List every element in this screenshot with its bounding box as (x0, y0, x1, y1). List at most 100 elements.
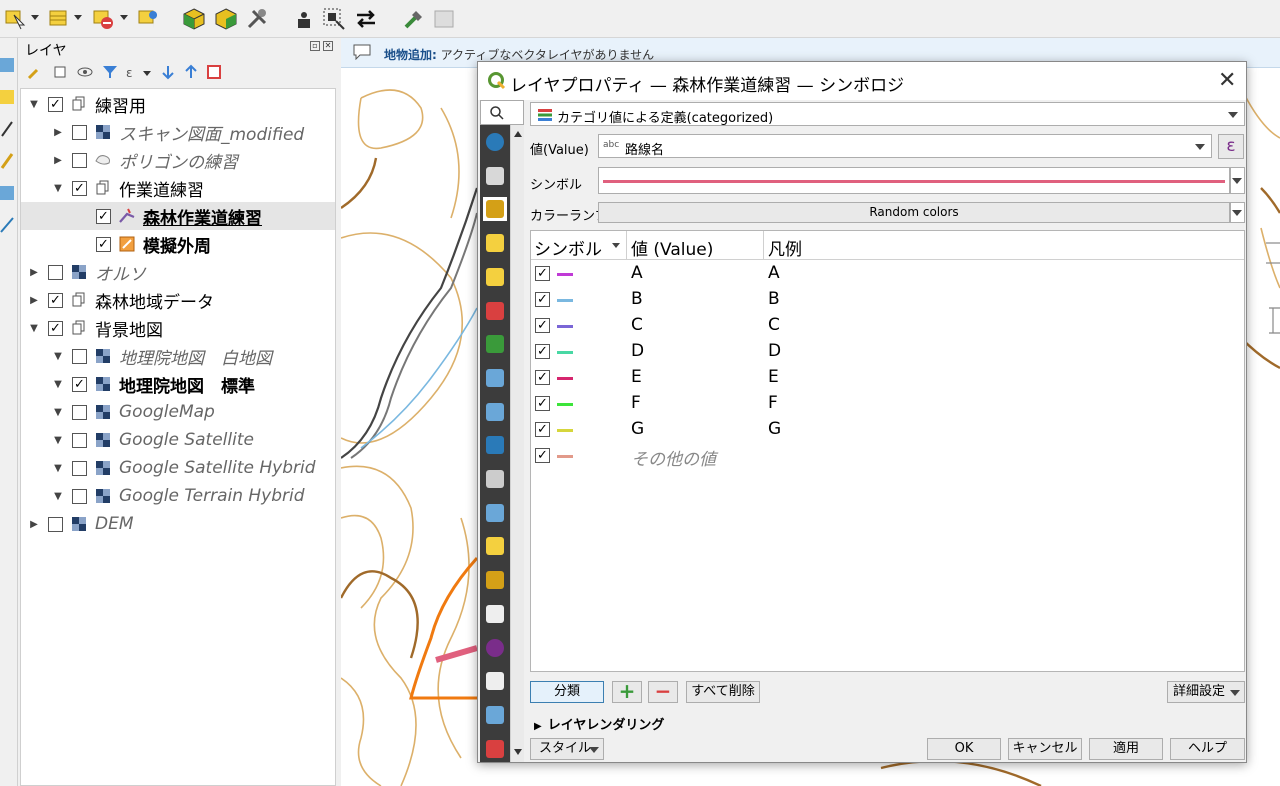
apply-button[interactable]: 適用 (1089, 738, 1163, 760)
dependencies-icon[interactable] (483, 703, 507, 727)
select-features-icon[interactable] (4, 7, 28, 31)
dropdown-arrow-icon[interactable] (31, 15, 39, 20)
category-checkbox[interactable]: ✓ (535, 422, 550, 437)
layer-row[interactable]: ✓ 森林作業道練習 (21, 202, 335, 230)
line-add-icon[interactable] (0, 118, 16, 140)
actions-icon[interactable] (483, 501, 507, 525)
column-header-value[interactable]: 値 (Value) (631, 235, 713, 260)
fields-icon[interactable] (483, 366, 507, 390)
dropdown-arrow-icon[interactable] (143, 71, 151, 76)
layer-visibility-checkbox[interactable]: ✓ (48, 96, 63, 112)
3d-box-alt-icon[interactable] (214, 7, 238, 31)
add-category-button[interactable]: + (612, 681, 642, 703)
color-ramp-dropdown[interactable] (1230, 202, 1245, 223)
category-row[interactable]: ✓ G G (531, 417, 1244, 443)
attributes-form-icon[interactable] (483, 400, 507, 424)
layer-style-icon[interactable] (27, 64, 43, 80)
category-checkbox[interactable]: ✓ (535, 292, 550, 307)
category-checkbox[interactable]: ✓ (535, 448, 550, 463)
display-icon[interactable] (483, 534, 507, 558)
side-search-box[interactable] (480, 100, 524, 125)
source-icon[interactable] (483, 164, 507, 188)
advanced-button[interactable]: 詳細設定 (1167, 681, 1245, 703)
remove-category-button[interactable]: − (648, 681, 678, 703)
layer-row[interactable]: ▼ ✓ 作業道練習 (21, 174, 335, 202)
edit-icon[interactable] (0, 54, 16, 76)
metadata-icon[interactable] (483, 669, 507, 693)
style-button[interactable]: スタイル (530, 738, 604, 760)
layer-visibility-checkbox[interactable] (72, 460, 87, 476)
diagrams-icon[interactable] (483, 332, 507, 356)
3d-view-icon[interactable] (483, 299, 507, 323)
delete-all-button[interactable]: すべて削除 (686, 681, 760, 703)
layer-row[interactable]: ▼ Google Satellite (21, 426, 335, 454)
category-symbol-swatch[interactable] (557, 403, 573, 406)
expand-arrow-icon[interactable]: ▶ (53, 127, 63, 138)
float-panel-icon[interactable]: ▫ (310, 41, 320, 51)
expand-arrow-icon[interactable]: ▶ (53, 155, 63, 166)
value-field-select[interactable]: abc 路線名 (598, 134, 1212, 158)
ok-button[interactable]: OK (927, 738, 1001, 760)
category-row[interactable]: ✓ A A (531, 261, 1244, 287)
add-group-icon[interactable] (52, 64, 68, 80)
layer-row[interactable]: ▶ DEM (21, 510, 335, 538)
labels-icon[interactable] (483, 231, 507, 255)
pan-to-selection-icon[interactable] (137, 7, 161, 31)
layer-row[interactable]: ▶ スキャン図面_modified (21, 118, 335, 146)
table-icon[interactable] (0, 182, 16, 204)
collapse-arrow-icon[interactable]: ▼ (53, 407, 63, 418)
column-header-symbol[interactable]: シンボル (534, 235, 602, 260)
layer-add-icon[interactable] (0, 86, 16, 108)
category-symbol-swatch[interactable] (557, 325, 573, 328)
expand-arrow-icon[interactable]: ▶ (29, 519, 39, 530)
collapse-arrow-icon[interactable]: ▼ (53, 379, 63, 390)
layer-visibility-checkbox[interactable]: ✓ (48, 292, 63, 308)
category-row[interactable]: ✓ C C (531, 313, 1244, 339)
collapse-arrow-icon[interactable]: ▼ (53, 351, 63, 362)
layer-visibility-checkbox[interactable]: ✓ (48, 320, 63, 336)
layer-visibility-checkbox[interactable]: ✓ (96, 236, 111, 252)
plugin-tool-icon[interactable] (402, 7, 426, 31)
collapse-arrow-icon[interactable]: ▼ (29, 99, 39, 110)
layer-row[interactable]: ▼ ✓ 背景地図 (21, 314, 335, 342)
category-checkbox[interactable]: ✓ (535, 344, 550, 359)
expression-button[interactable]: ε (1218, 134, 1244, 159)
side-scrollbar[interactable] (510, 125, 524, 762)
temporal-icon[interactable] (483, 602, 507, 626)
layer-visibility-checkbox[interactable] (48, 516, 63, 532)
remove-layer-icon[interactable] (206, 64, 222, 80)
layer-visibility-checkbox[interactable]: ✓ (72, 180, 87, 196)
information-icon[interactable] (483, 130, 507, 154)
category-symbol-swatch[interactable] (557, 429, 573, 432)
rendering-icon[interactable] (483, 568, 507, 592)
layer-visibility-checkbox[interactable] (72, 488, 87, 504)
scroll-up-icon[interactable] (514, 131, 522, 137)
category-row[interactable]: ✓ E E (531, 365, 1244, 391)
layer-row[interactable]: ▼ ✓ 練習用 (21, 90, 335, 118)
layer-visibility-checkbox[interactable] (72, 124, 87, 140)
category-symbol-swatch[interactable] (557, 377, 573, 380)
category-symbol-swatch[interactable] (557, 273, 573, 276)
symbol-dropdown[interactable] (1230, 167, 1245, 194)
help-button[interactable]: ヘルプ (1170, 738, 1245, 760)
attribute-table-icon[interactable] (47, 7, 71, 31)
vertex-tool-icon[interactable] (292, 7, 316, 31)
layer-row[interactable]: ▶ ✓ 森林地域データ (21, 286, 335, 314)
layer-visibility-checkbox[interactable]: ✓ (96, 208, 111, 224)
filter-expression-icon[interactable]: ε (124, 64, 140, 80)
swap-icon[interactable] (354, 7, 378, 31)
layer-row[interactable]: ▼ Google Satellite Hybrid (21, 454, 335, 482)
layer-visibility-checkbox[interactable] (72, 404, 87, 420)
select-by-area-icon[interactable] (322, 7, 346, 31)
variables-icon[interactable] (483, 636, 507, 660)
collapse-arrow-icon[interactable]: ▼ (53, 463, 63, 474)
layer-visibility-checkbox[interactable] (72, 432, 87, 448)
category-checkbox[interactable]: ✓ (535, 318, 550, 333)
column-header-legend[interactable]: 凡例 (768, 235, 802, 260)
column-separator[interactable] (763, 231, 764, 260)
close-panel-icon[interactable]: ✕ (323, 41, 333, 51)
masks-icon[interactable] (483, 265, 507, 289)
layer-row[interactable]: ▼ ✓ 地理院地図 標準 (21, 370, 335, 398)
layer-row[interactable]: ✓ 模擬外周 (21, 230, 335, 258)
layer-visibility-checkbox[interactable] (48, 264, 63, 280)
